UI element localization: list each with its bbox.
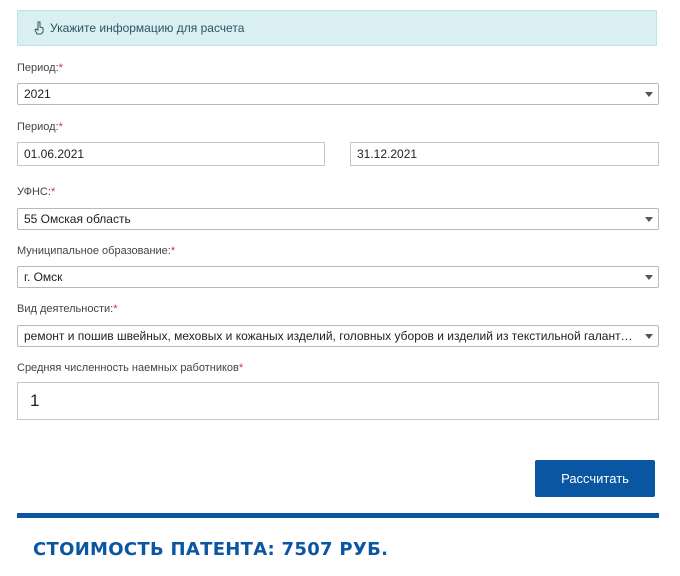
period-range-label: Период:*	[17, 121, 63, 133]
dropdown-arrow-icon[interactable]	[645, 275, 653, 280]
dropdown-arrow-icon[interactable]	[645, 217, 653, 222]
activity-label: Вид деятельности:*	[17, 303, 118, 315]
employees-label: Средняя численность наемных работников*	[17, 362, 244, 374]
result-divider	[17, 513, 659, 518]
ufns-value: 55 Омская область	[24, 212, 131, 226]
municipality-label: Муниципальное образование:*	[17, 245, 176, 257]
employees-value: 1	[30, 391, 40, 410]
period-start-value: 01.06.2021	[24, 147, 85, 161]
period-year-select[interactable]: 2021	[17, 83, 659, 105]
municipality-select[interactable]: г. Омск	[17, 266, 659, 288]
employees-input[interactable]: 1	[17, 382, 659, 420]
required-mark: *	[113, 303, 118, 315]
ufns-label: УФНС:*	[17, 186, 56, 198]
required-mark: *	[50, 186, 56, 198]
ufns-select[interactable]: 55 Омская область	[17, 208, 659, 230]
period-start-input[interactable]: 01.06.2021	[17, 142, 325, 166]
required-mark: *	[238, 362, 244, 374]
banner-text: Укажите информацию для расчета	[50, 21, 245, 35]
info-banner: Укажите информацию для расчета	[17, 10, 657, 46]
required-mark: *	[58, 121, 63, 133]
period-year-label: Период:*	[17, 62, 63, 74]
period-end-input[interactable]: 31.12.2021	[350, 142, 659, 166]
activity-select[interactable]: ремонт и пошив швейных, меховых и кожаны…	[17, 325, 659, 347]
period-year-value: 2021	[24, 87, 51, 101]
activity-value: ремонт и пошив швейных, меховых и кожаны…	[24, 329, 658, 343]
period-end-value: 31.12.2021	[357, 147, 418, 161]
required-mark: *	[58, 62, 63, 74]
required-mark: *	[170, 245, 176, 257]
calculate-button[interactable]: Рассчитать	[535, 460, 655, 497]
pointing-hand-icon	[32, 21, 46, 35]
dropdown-arrow-icon[interactable]	[645, 334, 653, 339]
patent-cost-result: СТОИМОСТЬ ПАТЕНТА: 7507 РУБ.	[33, 539, 389, 560]
dropdown-arrow-icon[interactable]	[645, 92, 653, 97]
municipality-value: г. Омск	[24, 270, 63, 284]
